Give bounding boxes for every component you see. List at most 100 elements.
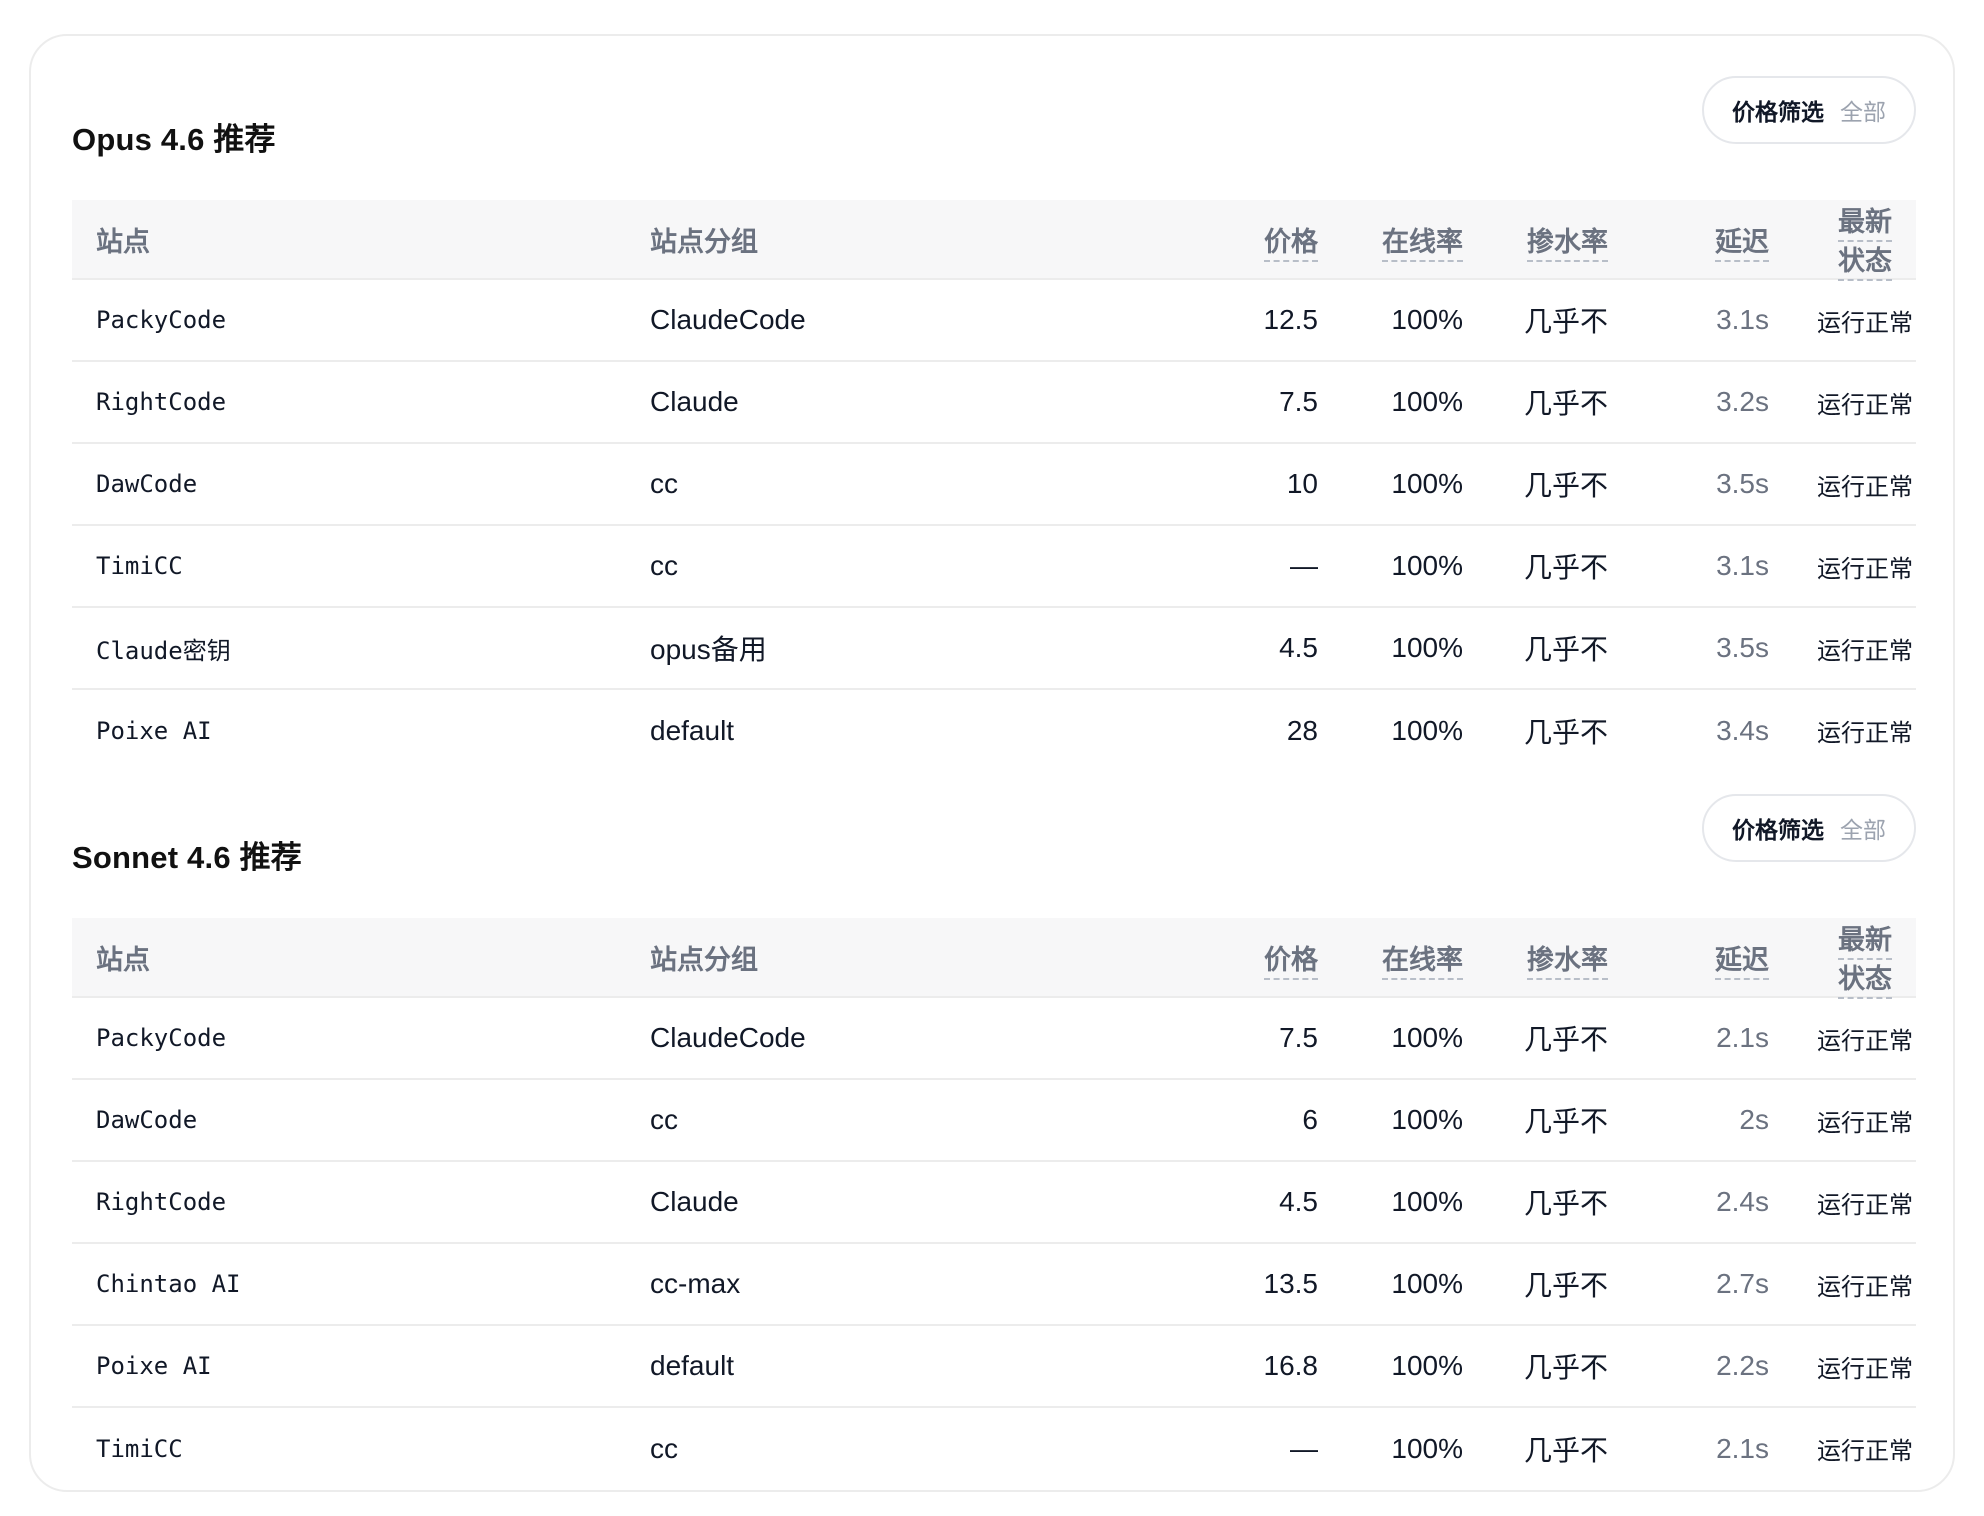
- cell-group: Claude: [650, 386, 739, 417]
- price-filter-button[interactable]: 价格筛选 全部: [1702, 76, 1916, 144]
- cell-water: 几乎不: [1523, 552, 1608, 583]
- cell-group: cc-max: [650, 1268, 741, 1299]
- table-row[interactable]: RightCode Claude 4.5 100% 几乎不 2.4s 运行正常: [72, 1161, 1916, 1243]
- cell-site: Chintao AI: [96, 1270, 241, 1298]
- cell-water: 几乎不: [1523, 716, 1608, 748]
- cell-latency: 2s: [1739, 1104, 1769, 1135]
- col-header-price[interactable]: 价格: [1104, 918, 1342, 998]
- col-header-water-label: 掺水率: [1527, 944, 1608, 980]
- cell-latency: 2.1s: [1716, 1022, 1769, 1053]
- col-header-price-label: 价格: [1264, 226, 1318, 262]
- cell-status: 运行正常: [1817, 309, 1913, 337]
- table-header-row: 站点 站点分组 价格 在线率 掺水率 延迟 最新状态: [72, 918, 1916, 999]
- col-header-group: 站点分组: [626, 918, 1104, 998]
- cell-group: ClaudeCode: [650, 304, 806, 335]
- cell-price: —: [1290, 550, 1318, 581]
- cell-status: 运行正常: [1817, 1191, 1913, 1219]
- cell-site: Poixe AI: [96, 716, 212, 745]
- col-header-online[interactable]: 在线率: [1342, 918, 1487, 998]
- price-filter-button[interactable]: 价格筛选 全部: [1702, 794, 1916, 862]
- cell-site: Poixe AI: [96, 1352, 212, 1380]
- section-title: Opus 4.6 推荐: [72, 122, 276, 157]
- col-header-latency-label: 延迟: [1715, 226, 1769, 262]
- cell-site: PackyCode: [96, 306, 227, 334]
- col-header-group: 站点分组: [626, 200, 1104, 280]
- cell-price: 6: [1302, 1104, 1318, 1135]
- table-header-row: 站点 站点分组 价格 在线率 掺水率 延迟 最新状态: [72, 200, 1916, 281]
- cell-price: 16.8: [1263, 1350, 1319, 1381]
- col-header-status-label: 最新状态: [1838, 207, 1892, 281]
- section-title: Sonnet 4.6 推荐: [72, 840, 302, 875]
- cell-online: 100%: [1391, 632, 1463, 663]
- cell-group: ClaudeCode: [650, 1022, 806, 1053]
- cell-online: 100%: [1391, 714, 1463, 746]
- table-row[interactable]: DawCode cc 10 100% 几乎不 3.5s 运行正常: [72, 443, 1916, 525]
- cell-latency: 3.1s: [1716, 304, 1769, 335]
- table-row[interactable]: Poixe AI default 28 100% 几乎不 3.4s 运行正常: [72, 689, 1916, 771]
- cell-price: 7.5: [1279, 1022, 1318, 1053]
- cell-group: cc: [650, 1104, 678, 1135]
- cell-price: 4.5: [1279, 632, 1318, 663]
- table-row[interactable]: TimiCC cc — 100% 几乎不 3.1s 运行正常: [72, 525, 1916, 607]
- col-header-water[interactable]: 掺水率: [1487, 918, 1632, 998]
- col-header-latency[interactable]: 延迟: [1632, 200, 1793, 280]
- table-row[interactable]: DawCode cc 6 100% 几乎不 2s 运行正常: [72, 1079, 1916, 1161]
- col-header-latency[interactable]: 延迟: [1632, 918, 1793, 998]
- table-row[interactable]: RightCode Claude 7.5 100% 几乎不 3.2s 运行正常: [72, 361, 1916, 443]
- cell-site: PackyCode: [96, 1024, 227, 1052]
- cell-group: cc: [650, 550, 678, 581]
- table-row[interactable]: PackyCode ClaudeCode 7.5 100% 几乎不 2.1s 运行正常: [72, 997, 1916, 1079]
- cell-water: 几乎不: [1523, 1434, 1608, 1466]
- sonnet-table-body: PackyCode ClaudeCode 7.5 100% 几乎不 2.1s 运行正常 Daw…: [72, 997, 1916, 1489]
- cell-group: opus备用: [650, 634, 767, 665]
- cell-latency: 3.4s: [1716, 714, 1769, 746]
- cell-site: Claude密钥: [96, 636, 231, 665]
- cell-site: RightCode: [96, 388, 227, 416]
- cell-group: default: [650, 1350, 735, 1381]
- table-row[interactable]: Chintao AI cc-max 13.5 100% 几乎不 2.7s 运行正常: [72, 1243, 1916, 1325]
- table-row[interactable]: TimiCC cc — 100% 几乎不 2.1s 运行正常: [72, 1407, 1916, 1489]
- cell-water: 几乎不: [1523, 1024, 1608, 1055]
- col-header-status[interactable]: 最新状态: [1793, 918, 1916, 999]
- cell-site: DawCode: [96, 470, 198, 498]
- col-header-status[interactable]: 最新状态: [1793, 200, 1916, 281]
- cell-price: —: [1290, 1432, 1318, 1464]
- cell-status: 运行正常: [1817, 391, 1913, 419]
- cell-status: 运行正常: [1817, 1438, 1913, 1465]
- opus-table-body: PackyCode ClaudeCode 12.5 100% 几乎不 3.1s 运行正常 Ri…: [72, 279, 1916, 771]
- section-header: Opus 4.6 推荐 价格筛选 全部: [72, 76, 1916, 200]
- opus-table: 站点 站点分组 价格 在线率 掺水率 延迟 最新状态 PackyCode Clau…: [72, 200, 1916, 771]
- cell-price: 10: [1286, 468, 1318, 499]
- cell-group: default: [650, 714, 735, 746]
- cell-latency: 3.5s: [1716, 632, 1769, 663]
- table-row[interactable]: Claude密钥 opus备用 4.5 100% 几乎不 3.5s 运行正常: [72, 607, 1916, 689]
- cell-latency: 2.1s: [1716, 1432, 1769, 1464]
- cell-status: 运行正常: [1817, 637, 1913, 665]
- cell-latency: 2.2s: [1716, 1350, 1769, 1381]
- cell-latency: 3.5s: [1716, 468, 1769, 499]
- col-header-price[interactable]: 价格: [1104, 200, 1342, 280]
- cell-price: 12.5: [1263, 304, 1319, 335]
- cell-online: 100%: [1391, 1432, 1463, 1464]
- cell-group: cc: [650, 1432, 678, 1464]
- cell-site: DawCode: [96, 1106, 198, 1134]
- cell-status: 运行正常: [1817, 1109, 1913, 1137]
- col-header-online-label: 在线率: [1382, 944, 1463, 980]
- cell-price: 4.5: [1279, 1186, 1318, 1217]
- cell-latency: 2.7s: [1716, 1268, 1769, 1299]
- recommendation-card: Opus 4.6 推荐 价格筛选 全部 站点 站点分组 价格 在线率 掺水率 延…: [29, 34, 1955, 1492]
- col-header-water[interactable]: 掺水率: [1487, 200, 1632, 280]
- cell-site: TimiCC: [96, 552, 183, 580]
- cell-status: 运行正常: [1817, 473, 1913, 501]
- table-row[interactable]: PackyCode ClaudeCode 12.5 100% 几乎不 3.1s 运行正常: [72, 279, 1916, 361]
- col-header-water-label: 掺水率: [1527, 226, 1608, 262]
- col-header-latency-label: 延迟: [1715, 944, 1769, 980]
- cell-site: RightCode: [96, 1188, 227, 1216]
- cell-online: 100%: [1391, 386, 1463, 417]
- cell-price: 7.5: [1279, 386, 1318, 417]
- table-row[interactable]: Poixe AI default 16.8 100% 几乎不 2.2s 运行正常: [72, 1325, 1916, 1407]
- col-header-site: 站点: [72, 200, 626, 280]
- cell-online: 100%: [1391, 550, 1463, 581]
- cell-group: Claude: [650, 1186, 739, 1217]
- col-header-online[interactable]: 在线率: [1342, 200, 1487, 280]
